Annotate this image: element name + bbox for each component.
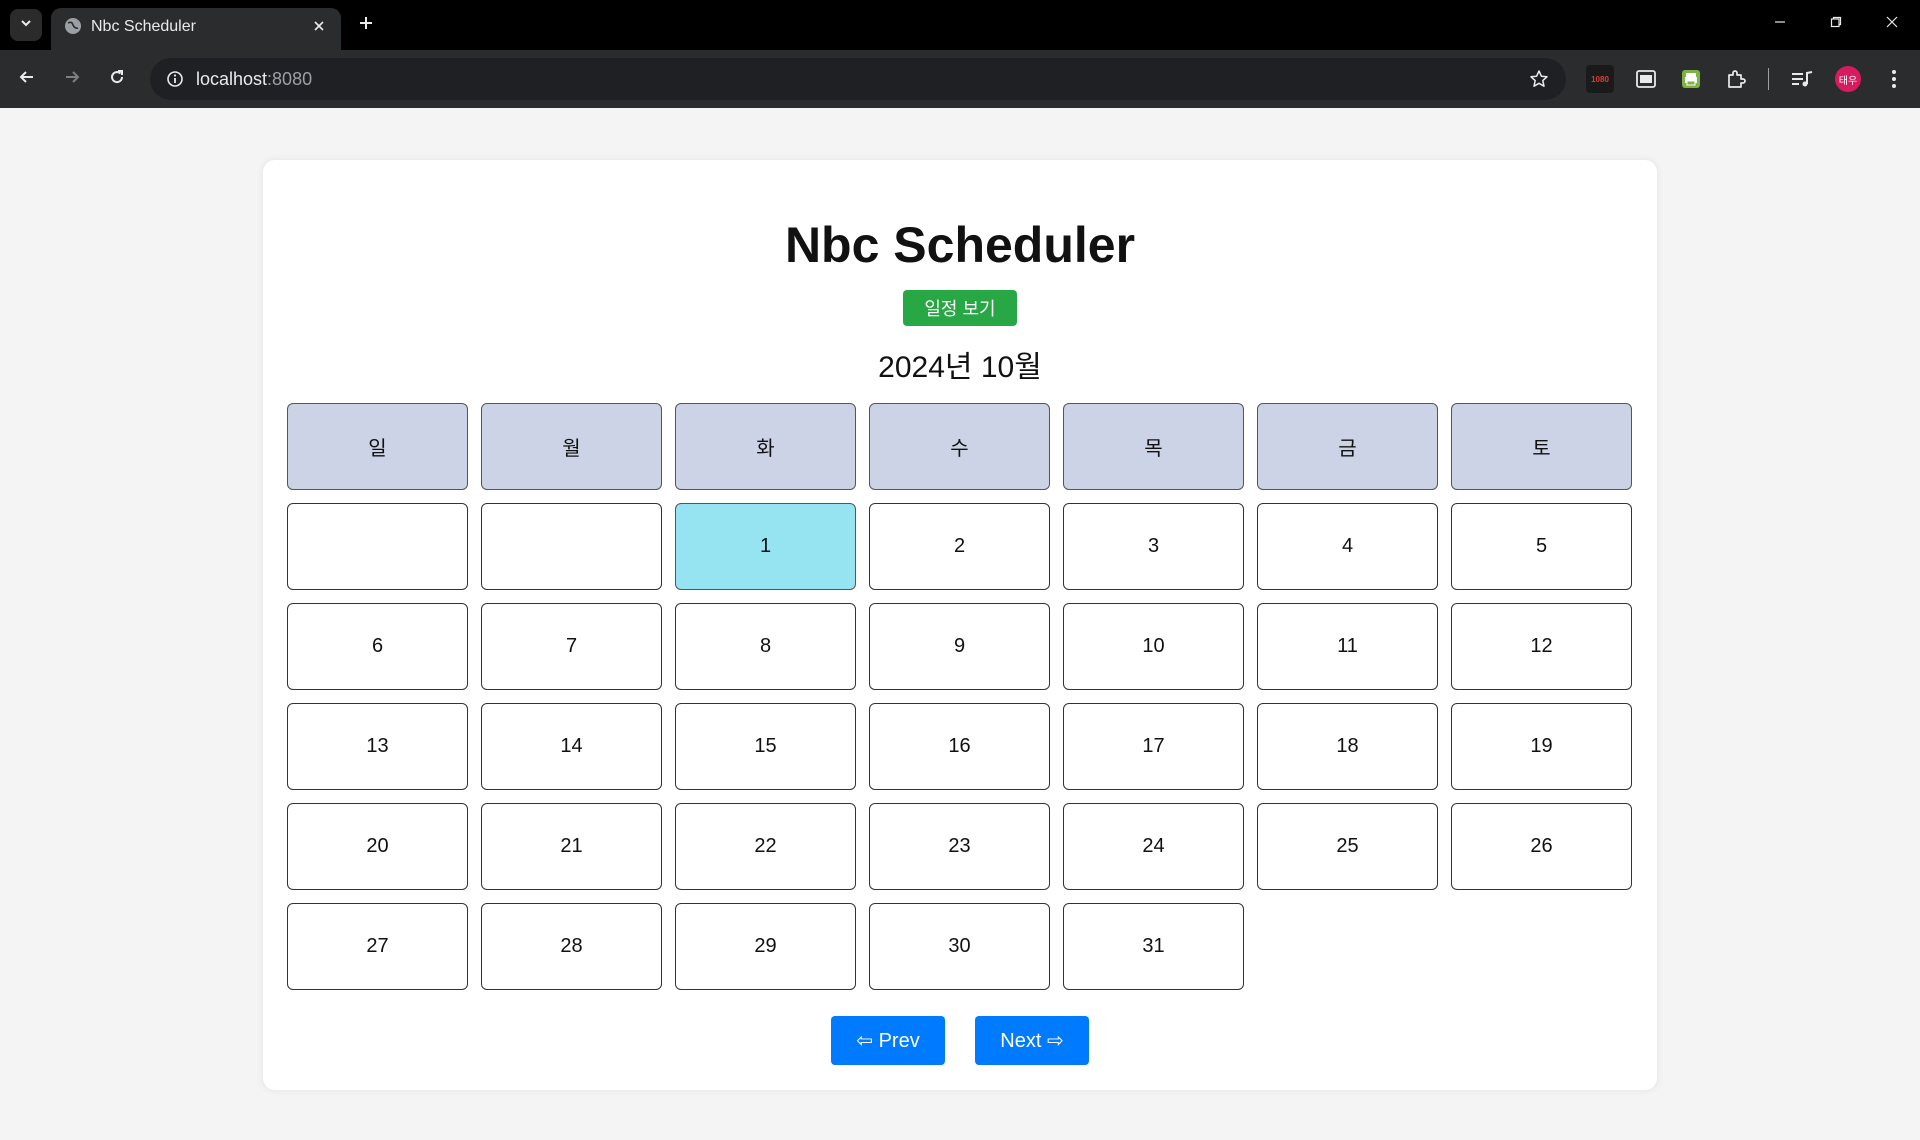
extensions-puzzle-icon[interactable] [1722,65,1750,93]
day-cell-highlighted[interactable]: 1 [675,503,856,590]
day-cell[interactable]: 21 [481,803,662,890]
extension-1080[interactable]: 1080 [1586,65,1614,93]
profile-avatar[interactable]: 태우 [1835,66,1861,92]
close-window-button[interactable] [1864,0,1920,48]
reload-icon [108,68,126,91]
day-cell[interactable]: 4 [1257,503,1438,590]
day-cell[interactable]: 3 [1063,503,1244,590]
day-cell[interactable]: 13 [287,703,468,790]
arrow-right-icon [63,68,81,91]
blank-cell [1451,903,1632,990]
printer-extension-icon[interactable] [1677,65,1705,93]
day-cell[interactable]: 8 [675,603,856,690]
day-cell[interactable]: 20 [287,803,468,890]
day-cell[interactable]: 29 [675,903,856,990]
day-cell[interactable]: 15 [675,703,856,790]
empty-day-cell [481,503,662,590]
weekday-header: 수 [869,403,1050,490]
day-cell[interactable]: 10 [1063,603,1244,690]
day-cell[interactable]: 30 [869,903,1050,990]
day-cell[interactable]: 9 [869,603,1050,690]
day-cell[interactable]: 12 [1451,603,1632,690]
restore-button[interactable] [1808,0,1864,48]
weekday-header: 화 [675,403,856,490]
restore-icon [1830,15,1842,33]
weekday-header: 일 [287,403,468,490]
day-cell[interactable]: 28 [481,903,662,990]
day-cell[interactable]: 17 [1063,703,1244,790]
bookmark-star-icon[interactable] [1526,66,1552,92]
browser-tab-bar: Nbc Scheduler [0,0,1920,50]
next-month-button[interactable]: Next ⇨ [975,1016,1089,1065]
day-cell[interactable]: 5 [1451,503,1632,590]
site-info-icon[interactable] [160,64,190,94]
url-port: :8080 [267,69,313,89]
day-cell[interactable]: 22 [675,803,856,890]
prev-month-button[interactable]: ⇦ Prev [831,1016,945,1065]
day-cell[interactable]: 31 [1063,903,1244,990]
minimize-icon [1774,15,1786,33]
url-host: localhost [196,69,268,89]
day-cell[interactable]: 18 [1257,703,1438,790]
arrow-left-icon [18,68,36,91]
day-cell[interactable]: 16 [869,703,1050,790]
minimize-button[interactable] [1752,0,1808,48]
close-tab-icon[interactable] [307,14,331,38]
chevron-down-icon [19,16,33,35]
browser-tab[interactable]: Nbc Scheduler [51,8,341,50]
plus-icon [358,15,374,36]
media-queue-icon[interactable] [1788,65,1816,93]
browser-toolbar: localhost:8080 1080 태우 [0,50,1920,108]
day-cell[interactable]: 24 [1063,803,1244,890]
tab-title: Nbc Scheduler [91,18,196,35]
picture-in-picture-icon[interactable] [1632,65,1660,93]
tab-search-button[interactable] [10,9,42,41]
weekday-header: 월 [481,403,662,490]
address-bar[interactable]: localhost:8080 [150,58,1566,100]
forward-button[interactable] [55,62,89,96]
back-button[interactable] [10,62,44,96]
weekday-header: 목 [1063,403,1244,490]
day-cell[interactable]: 11 [1257,603,1438,690]
toolbar-divider [1768,68,1769,90]
day-cell[interactable]: 6 [287,603,468,690]
globe-icon [64,17,82,35]
scheduler-card: Nbc Scheduler 일정 보기 2024년 10월 일 월 화 수 목 … [263,160,1657,1090]
month-label: 2024년 10월 [878,351,1042,384]
calendar-grid: 일 월 화 수 목 금 토 1 2 3 4 5 6 7 8 9 10 11 12 13 14 15 16 17 1… [287,403,1633,990]
day-cell[interactable]: 27 [287,903,468,990]
weekday-header: 토 [1451,403,1632,490]
day-cell[interactable]: 2 [869,503,1050,590]
day-cell[interactable]: 26 [1451,803,1632,890]
new-tab-button[interactable] [350,9,382,41]
reload-button[interactable] [100,62,134,96]
weekday-header: 금 [1257,403,1438,490]
day-cell[interactable]: 19 [1451,703,1632,790]
day-cell[interactable]: 7 [481,603,662,690]
day-cell[interactable]: 25 [1257,803,1438,890]
url-text: localhost:8080 [196,69,312,90]
page-title: Nbc Scheduler [784,217,1136,273]
kebab-menu-icon[interactable] [1880,65,1908,93]
blank-cell [1257,903,1438,990]
close-icon [1886,15,1898,33]
day-cell[interactable]: 23 [869,803,1050,890]
empty-day-cell [287,503,468,590]
view-schedule-button[interactable]: 일정 보기 [903,290,1017,326]
day-cell[interactable]: 14 [481,703,662,790]
